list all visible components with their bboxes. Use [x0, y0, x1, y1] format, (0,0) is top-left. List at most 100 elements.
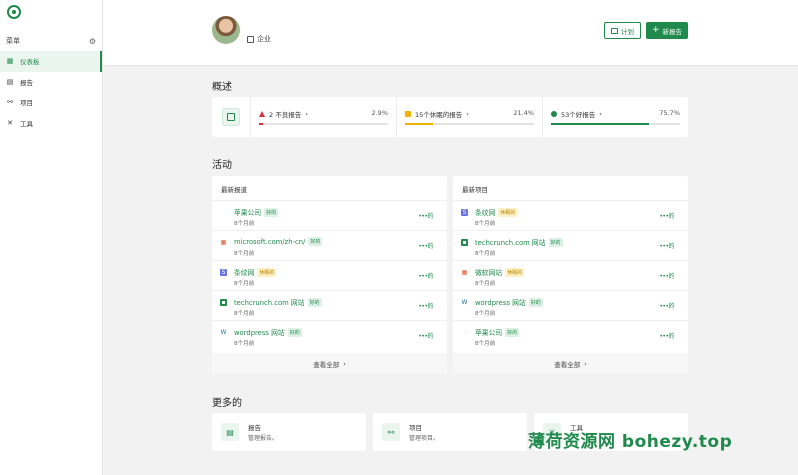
microsoft-icon: ▦	[220, 239, 227, 246]
microsoft-icon: ▦	[461, 269, 468, 276]
item-title: 苹果公司	[234, 209, 262, 217]
item-name[interactable]: wordpress 网站 好的	[475, 297, 543, 307]
chevron-right-icon: ›	[343, 359, 346, 368]
overview-title: 概述	[212, 82, 232, 93]
tools-icon: ✕	[7, 118, 13, 127]
company-name: 企业	[257, 35, 271, 43]
item-name[interactable]: techcrunch.com 网站 好的	[234, 297, 322, 307]
more-options-icon[interactable]: •••的	[659, 241, 674, 250]
item-time: 8个月前	[475, 221, 496, 227]
overview-panel: 2 不良报告 › 2.9% 15个休眠的报告 › 21.4% 53个好报告 › 75.…	[212, 97, 688, 137]
activity-title: 活动	[212, 160, 232, 171]
list-item[interactable]: 苹果公司 好的 8个月前 •••的	[453, 320, 688, 350]
list-item[interactable]: ▪ techcrunch.com 网站 好的 8个月前 •••的	[212, 290, 447, 320]
item-time: 8个月前	[234, 341, 255, 347]
list-item[interactable]: ▦ microsoft.com/zh-cn/好的 8个月前 •••的	[212, 230, 447, 260]
item-name[interactable]: wordpress 网站 好的	[234, 327, 302, 337]
chevron-right-icon: ›	[466, 110, 469, 118]
item-name[interactable]: microsoft.com/zh-cn/好的	[234, 237, 323, 246]
stat-percent: 2.9%	[371, 109, 388, 117]
techcrunch-icon: ▪	[220, 299, 227, 306]
stat-dormant-reports[interactable]: 15个休眠的报告 › 21.4%	[396, 97, 542, 137]
item-time: 8个月前	[475, 251, 496, 257]
stat-progress-bar	[259, 123, 388, 125]
view-all-label: 查看全部	[313, 360, 340, 369]
project-icon: ⚯	[382, 423, 400, 441]
more-card-projects[interactable]: ⚯ 项目 管理项目。	[373, 413, 527, 451]
new-report-button[interactable]: + 新报告	[646, 22, 688, 39]
item-title: 微软网站	[475, 269, 503, 277]
sidebar-item-reports[interactable]: ▤ 报告	[0, 72, 102, 93]
status-badge: 好的	[505, 327, 520, 337]
item-time: 8个月前	[475, 311, 496, 317]
stripe-icon: S	[461, 209, 468, 216]
item-time: 8个月前	[475, 281, 496, 287]
list-item[interactable]: Wwordpress 网站 好的 8个月前 •••的	[212, 320, 447, 350]
list-item[interactable]: 苹果公司 好的 8个月前 •••的	[212, 200, 447, 230]
sidebar-item-label: 报告	[20, 78, 33, 87]
more-card-reports[interactable]: ▤ 报告 管理报告。	[212, 413, 366, 451]
new-report-button-label: 新报告	[662, 27, 683, 36]
sidebar-nav: ▦ 仪表板 ▤ 报告 ⚯ 项目 ✕ 工具	[0, 51, 102, 133]
chevron-right-icon: ›	[599, 110, 602, 118]
app-logo[interactable]	[7, 5, 21, 19]
chevron-right-icon: ›	[584, 359, 587, 368]
item-title: 条纹网	[234, 269, 255, 277]
item-time: 8个月前	[475, 341, 496, 347]
view-all-reports-link[interactable]: 查看全部 ›	[212, 353, 447, 374]
stripe-icon: S	[220, 269, 227, 276]
more-options-icon[interactable]: •••的	[659, 271, 674, 280]
more-options-icon[interactable]: •••的	[418, 211, 433, 220]
stat-progress-bar	[405, 123, 534, 125]
more-card-desc: 管理项目。	[409, 435, 440, 442]
list-item[interactable]: ▪ techcrunch.com 网站 好的 8个月前 •••的	[453, 230, 688, 260]
item-name[interactable]: 条纹网 休眠的	[234, 267, 277, 277]
item-title: techcrunch.com 网站	[475, 239, 546, 247]
sidebar-item-tools[interactable]: ✕ 工具	[0, 113, 102, 134]
sidebar-item-projects[interactable]: ⚯ 项目	[0, 92, 102, 113]
item-name[interactable]: 条纹网 休眠的	[475, 207, 518, 217]
item-name[interactable]: 苹果公司 好的	[234, 207, 279, 217]
menu-label: 菜单	[6, 37, 20, 45]
plan-button[interactable]: 计划	[604, 22, 641, 39]
avatar[interactable]	[212, 16, 240, 44]
status-badge: 休眠的	[505, 267, 525, 277]
list-item[interactable]: S 条纹网 休眠的 8个月前 •••的	[212, 260, 447, 290]
stat-label: 15个休眠的报告	[415, 111, 463, 119]
plus-icon: +	[651, 25, 660, 35]
view-all-projects-link[interactable]: 查看全部 ›	[453, 353, 688, 374]
item-title: microsoft.com/zh-cn/	[234, 237, 306, 246]
company-label: 企业	[247, 34, 271, 44]
page-header	[103, 0, 798, 66]
item-time: 8个月前	[234, 311, 255, 317]
stat-percent: 75.7%	[659, 109, 680, 117]
more-options-icon[interactable]: •••的	[418, 241, 433, 250]
item-time: 8个月前	[234, 221, 255, 227]
report-icon: ▤	[221, 423, 239, 441]
item-name[interactable]: techcrunch.com 网站 好的	[475, 237, 563, 247]
latest-projects-card: 最新项目 S 条纹网 休眠的 8个月前 •••的 ▪ techcrunch.com 网站 好的…	[453, 176, 688, 374]
more-options-icon[interactable]: •••的	[659, 331, 674, 340]
sidebar-item-dashboard[interactable]: ▦ 仪表板	[0, 51, 102, 72]
more-options-icon[interactable]: •••的	[659, 301, 674, 310]
settings-icon[interactable]: ⚙	[89, 37, 96, 46]
more-options-icon[interactable]: •••的	[418, 331, 433, 340]
stat-good-reports[interactable]: 53个好报告 › 75.7%	[542, 97, 688, 137]
good-icon	[551, 111, 557, 117]
item-title: wordpress 网站	[234, 329, 285, 337]
item-title: 苹果公司	[475, 329, 503, 337]
warning-icon	[259, 111, 265, 117]
item-name[interactable]: 微软网站 休眠的	[475, 267, 525, 277]
more-options-icon[interactable]: •••的	[659, 211, 674, 220]
item-name[interactable]: 苹果公司 好的	[475, 327, 520, 337]
more-options-icon[interactable]: •••的	[418, 301, 433, 310]
more-options-icon[interactable]: •••的	[418, 271, 433, 280]
chevron-right-icon: ›	[305, 110, 308, 118]
list-item[interactable]: Wwordpress 网站 好的 8个月前 •••的	[453, 290, 688, 320]
list-item[interactable]: S 条纹网 休眠的 8个月前 •••的	[453, 200, 688, 230]
item-title: techcrunch.com 网站	[234, 299, 305, 307]
stat-bad-reports[interactable]: 2 不良报告 › 2.9%	[250, 97, 396, 137]
view-all-label: 查看全部	[554, 360, 581, 369]
dormant-icon	[405, 111, 411, 117]
list-item[interactable]: ▦ 微软网站 休眠的 8个月前 •••的	[453, 260, 688, 290]
